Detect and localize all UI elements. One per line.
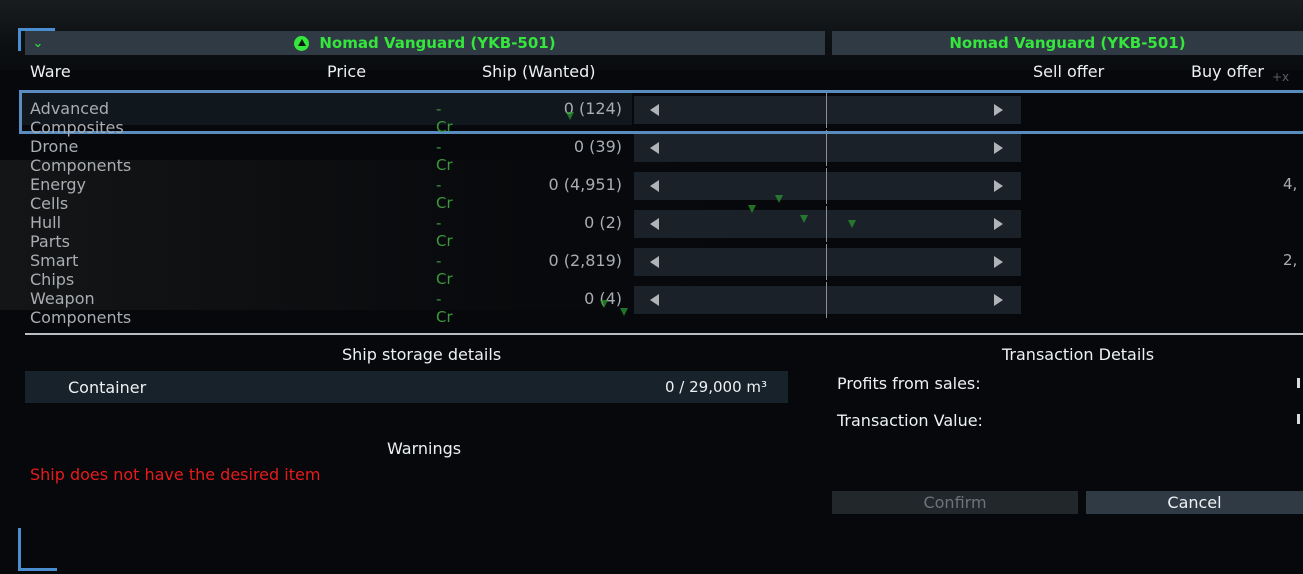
- profits-label: Profits from sales:: [837, 374, 981, 393]
- slider-left-arrow[interactable]: [650, 142, 659, 154]
- slider-right-arrow[interactable]: [994, 180, 1003, 192]
- ware-quantity: 0 (39): [573, 137, 622, 156]
- ware-quantity: 0 (2): [584, 213, 622, 232]
- slider-center-mark: [826, 130, 827, 166]
- ware-name: Advanced Composites: [30, 99, 124, 137]
- close-icon[interactable]: +x: [1272, 70, 1289, 84]
- ware-name: Smart Chips: [30, 251, 79, 289]
- section-divider: [25, 333, 1303, 335]
- ware-price: - Cr: [436, 138, 453, 174]
- right-panel-header: Nomad Vanguard (YKB-501): [832, 31, 1303, 55]
- transaction-value-marker: [1297, 414, 1300, 424]
- slider-center-mark: [826, 244, 827, 280]
- buy-offer-value: 2,: [1283, 251, 1298, 269]
- column-buy-offer: Buy offer: [1191, 62, 1264, 81]
- left-panel-header: Nomad Vanguard (YKB-501): [25, 31, 825, 55]
- cancel-button[interactable]: Cancel: [1086, 491, 1303, 514]
- slider-left-arrow[interactable]: [650, 104, 659, 116]
- map-marker-icon: [600, 300, 608, 308]
- column-sell-offer: Sell offer: [1033, 62, 1105, 81]
- slider-right-arrow[interactable]: [994, 104, 1003, 116]
- storage-title: Ship storage details: [342, 345, 502, 364]
- ware-name: Energy Cells: [30, 175, 87, 213]
- slider-left-arrow[interactable]: [650, 218, 659, 230]
- trade-slider[interactable]: [634, 168, 1021, 204]
- ship-icon: [294, 35, 310, 51]
- warning-message: Ship does not have the desired item: [30, 465, 321, 484]
- map-marker-icon: [775, 195, 783, 203]
- ware-quantity: 0 (4,951): [548, 175, 622, 194]
- trade-slider[interactable]: [634, 244, 1021, 280]
- slider-left-arrow[interactable]: [650, 294, 659, 306]
- slider-center-mark: [826, 168, 827, 204]
- trade-slider[interactable]: [634, 206, 1021, 242]
- ware-name: Weapon Components: [30, 289, 132, 327]
- buy-offer-value: 4,: [1283, 175, 1298, 193]
- map-marker-icon: [620, 308, 628, 316]
- ware-price: - Cr: [436, 252, 453, 288]
- slider-center-mark: [826, 92, 827, 128]
- slider-left-arrow[interactable]: [650, 256, 659, 268]
- ware-price: - Cr: [436, 100, 453, 136]
- column-price: Price: [327, 62, 367, 81]
- warnings-title: Warnings: [387, 439, 462, 458]
- slider-left-arrow[interactable]: [650, 180, 659, 192]
- ware-price: - Cr: [436, 176, 453, 212]
- chevron-down-icon[interactable]: ⌄: [28, 33, 48, 53]
- ware-price: - Cr: [436, 290, 453, 326]
- ware-name: Hull Parts: [30, 213, 70, 251]
- trade-slider[interactable]: [634, 282, 1021, 318]
- slider-center-mark: [826, 206, 827, 242]
- slider-center-mark: [826, 282, 827, 318]
- ware-name: Drone Components: [30, 137, 132, 175]
- column-ware: Ware: [30, 62, 71, 81]
- slider-right-arrow[interactable]: [994, 142, 1003, 154]
- map-marker-icon: [800, 215, 808, 223]
- container-row: Container 0 / 29,000 m³: [25, 371, 788, 403]
- container-value: 0 / 29,000 m³: [665, 378, 768, 396]
- container-label: Container: [68, 378, 147, 397]
- frame-corner-bottom-left: [18, 528, 57, 571]
- right-panel-title: Nomad Vanguard (YKB-501): [949, 34, 1186, 52]
- ware-price: - Cr: [436, 214, 453, 250]
- slider-right-arrow[interactable]: [994, 294, 1003, 306]
- profits-value-marker: [1297, 378, 1300, 388]
- column-ship-wanted: Ship (Wanted): [482, 62, 596, 81]
- map-marker-icon: [566, 112, 574, 120]
- confirm-button[interactable]: Confirm: [832, 491, 1078, 514]
- map-marker-icon: [748, 205, 756, 213]
- transaction-title: Transaction Details: [1002, 345, 1155, 364]
- transaction-value-label: Transaction Value:: [837, 411, 983, 430]
- slider-right-arrow[interactable]: [994, 256, 1003, 268]
- left-panel-title: Nomad Vanguard (YKB-501): [319, 34, 556, 52]
- trade-slider[interactable]: [634, 92, 1021, 128]
- slider-right-arrow[interactable]: [994, 218, 1003, 230]
- map-marker-icon: [848, 220, 856, 228]
- ware-quantity: 0 (124): [563, 99, 622, 118]
- ware-quantity: 0 (2,819): [548, 251, 622, 270]
- trade-slider[interactable]: [634, 130, 1021, 166]
